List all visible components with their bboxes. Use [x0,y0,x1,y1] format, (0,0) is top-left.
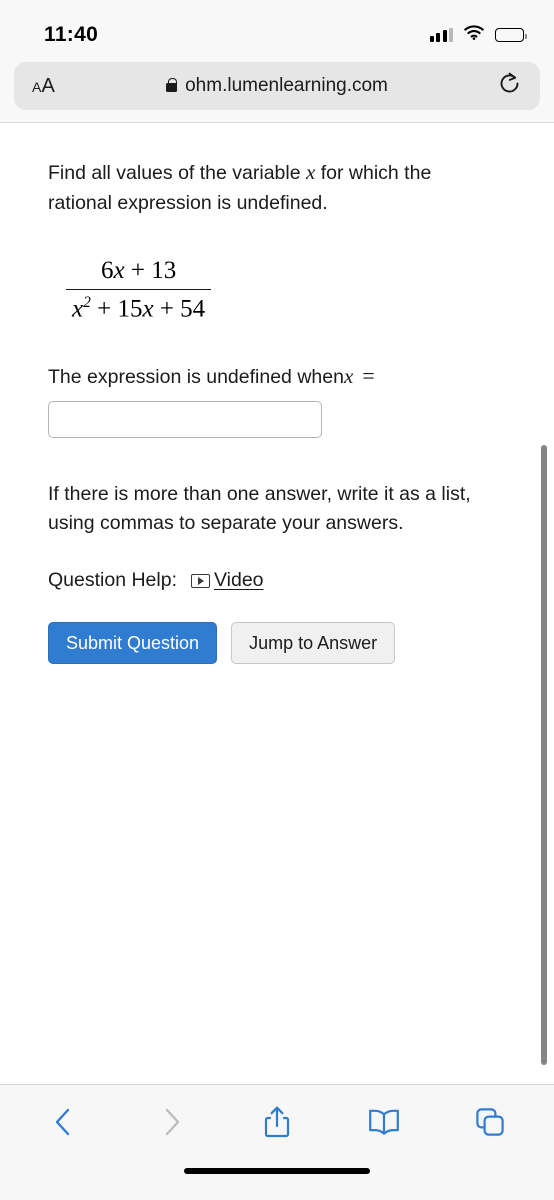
fraction-numerator: 6x + 13 [100,256,177,284]
back-chevron-icon [52,1107,76,1140]
prompt-text-start: Find all values of the variable [48,162,306,184]
book-icon [367,1108,401,1139]
status-icons [429,25,527,45]
question-panel: Find all values of the variable x for wh… [0,123,554,665]
forward-button[interactable] [143,1096,199,1152]
help-video-link[interactable]: Video [191,569,264,592]
address-bar-center: ohm.lumenlearning.com [14,75,540,97]
text-size-button[interactable]: AA [32,75,55,98]
status-bar: 11:40 [0,0,554,62]
text-size-large-a: A [41,74,56,97]
question-prompt: Find all values of the variable x for wh… [48,157,500,219]
tabs-button[interactable] [462,1096,518,1152]
submit-question-button[interactable]: Submit Question [48,622,218,665]
cellular-signal-icon [429,28,453,42]
share-icon [262,1105,292,1142]
vertical-scrollbar[interactable] [541,445,547,1065]
web-content: Find all values of the variable x for wh… [0,123,554,1084]
answer-input[interactable] [48,400,322,438]
status-time: 11:40 [44,23,99,46]
answer-label-row: The expression is undefined when x = [48,363,514,389]
answer-format-note: If there is more than one answer, write … [48,482,471,535]
reload-icon[interactable] [497,71,522,101]
safari-browser-screen: 11:40 AA ohm.lumenlearning.com Find all … [0,0,554,1200]
home-indicator-area [0,1162,554,1200]
tabs-icon [475,1107,505,1140]
browser-toolbar [0,1084,554,1162]
share-button[interactable] [249,1096,305,1152]
url-text: ohm.lumenlearning.com [185,75,388,96]
question-help-label: Question Help: [48,569,177,592]
prompt-variable: x [305,160,316,184]
lock-icon [166,78,178,92]
battery-icon [495,28,527,42]
bookmarks-button[interactable] [356,1096,412,1152]
text-size-small-a: A [32,78,42,95]
fraction-denominator: x2 + 15x + 54 [66,288,212,324]
home-indicator [184,1168,370,1174]
forward-chevron-icon [159,1107,183,1140]
video-icon [191,573,210,588]
wifi-icon [464,25,484,45]
equals-sign: = [362,362,375,388]
answer-variable: x [343,363,354,388]
help-video-label: Video [214,569,264,592]
question-help-row: Question Help: Video [48,569,514,592]
answer-label: The expression is undefined when [48,365,344,388]
browser-chrome: AA ohm.lumenlearning.com [0,62,554,123]
address-bar[interactable]: AA ohm.lumenlearning.com [14,62,540,110]
jump-to-answer-button[interactable]: Jump to Answer [231,622,396,665]
action-buttons: Submit Question Jump to Answer [48,622,514,665]
back-button[interactable] [36,1096,92,1152]
rational-expression: 6x + 13 x2 + 15x + 54 [66,255,212,324]
denominator-exponent: 2 [83,293,91,311]
denominator-base: x [72,294,84,322]
